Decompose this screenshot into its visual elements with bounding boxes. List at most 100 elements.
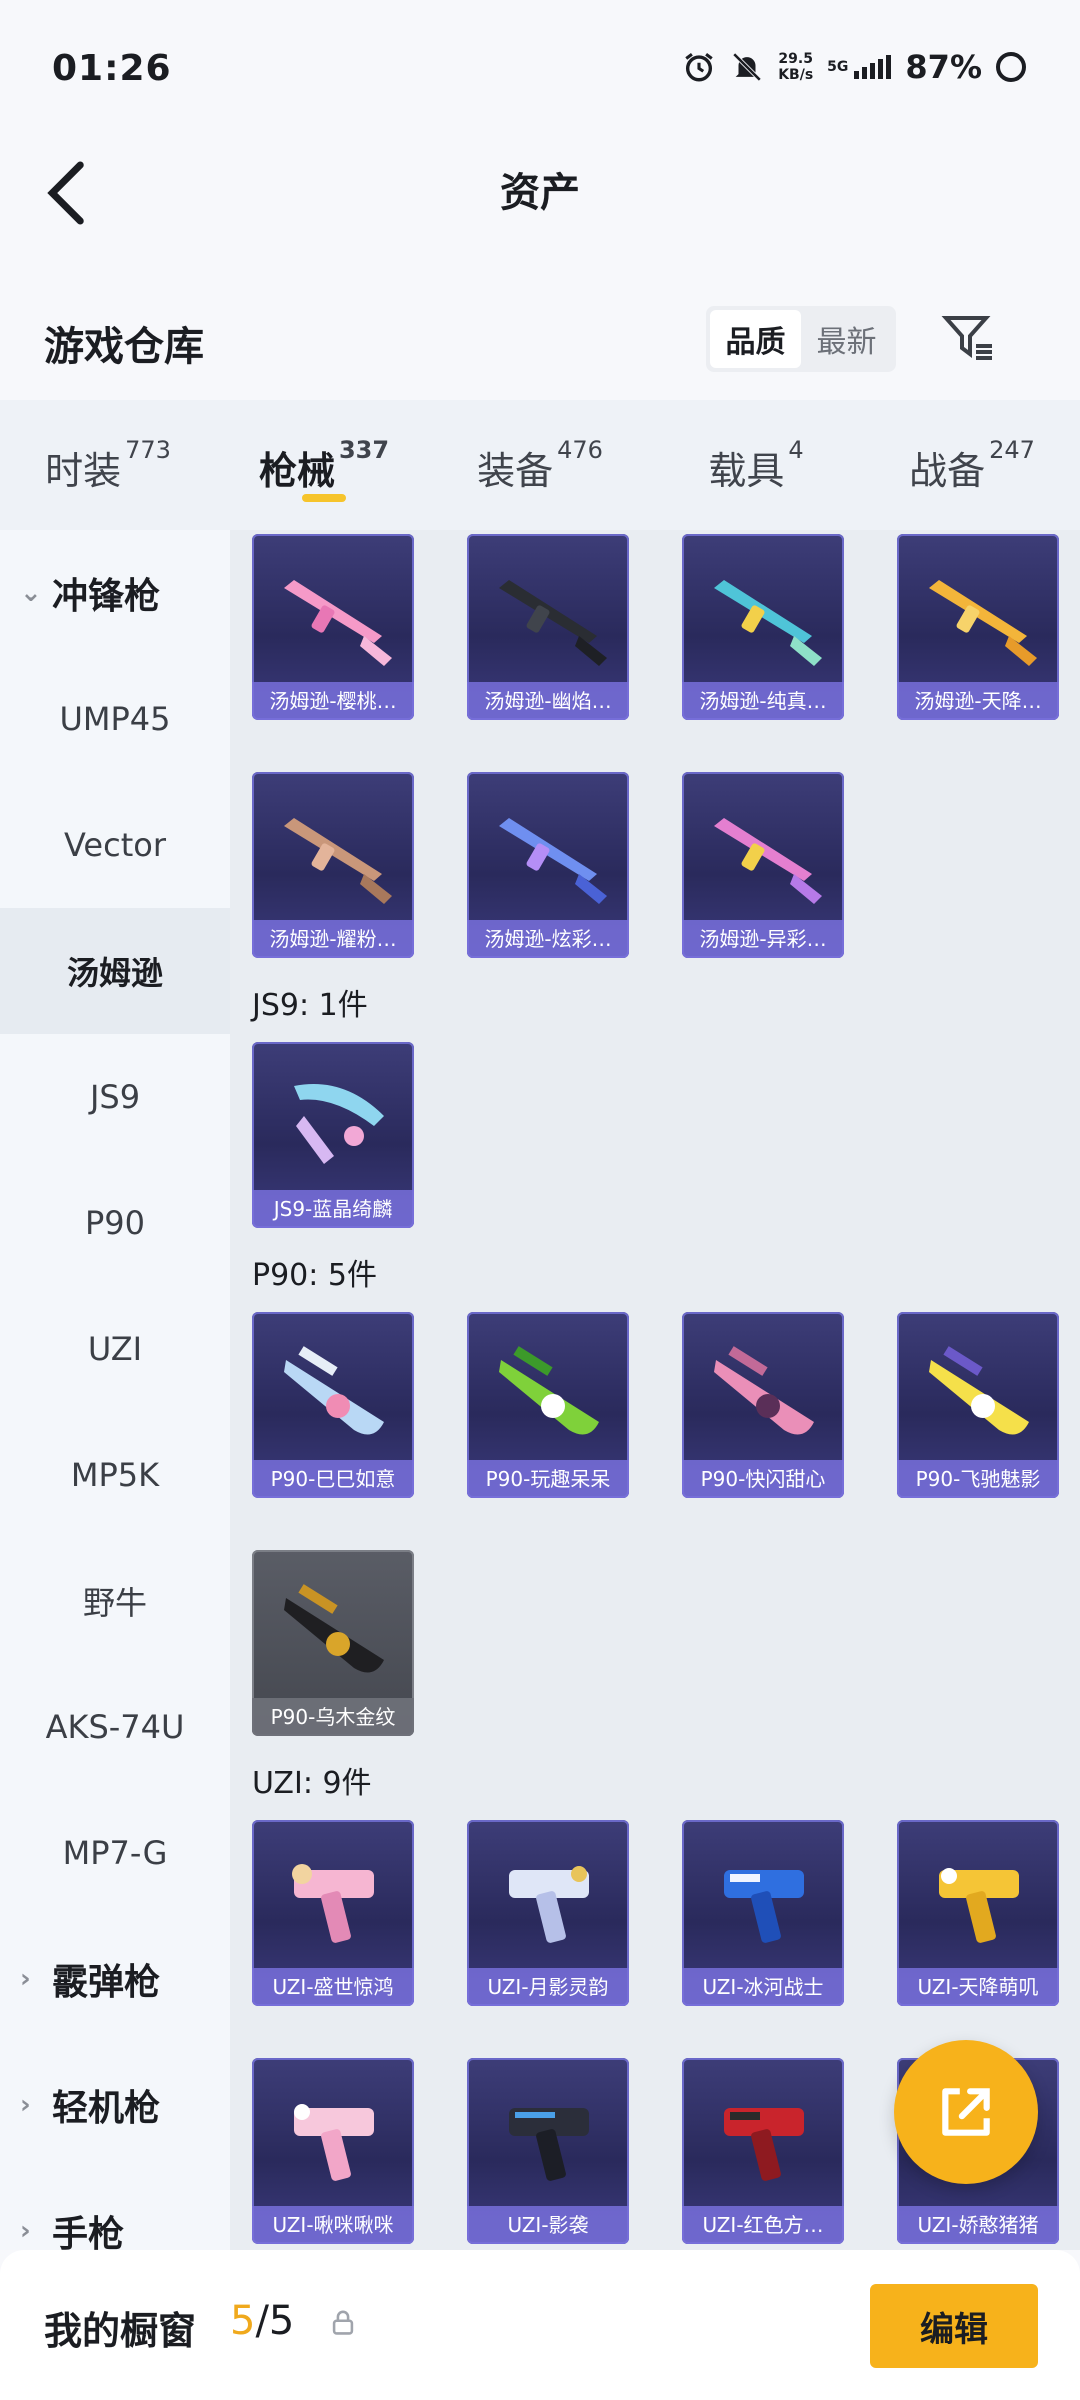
weapon-card[interactable]: 汤姆逊-炫彩… <box>467 772 629 958</box>
weapon-card[interactable]: 汤姆逊-耀粉… <box>252 772 414 958</box>
weapon-card[interactable]: UZI-影袭 <box>467 2058 629 2244</box>
alarm-icon <box>685 53 713 82</box>
page-title: 资产 <box>500 170 580 216</box>
weapon-card-label: UZI-冰河战士 <box>682 1968 844 2006</box>
thompson-skin-icon <box>499 818 607 904</box>
sidebar-item-aks74u[interactable]: AKS-74U <box>0 1664 230 1790</box>
weapon-card[interactable]: P90-乌木金纹 <box>252 1550 414 1736</box>
network-type: 5G <box>827 59 849 75</box>
weapon-card[interactable]: UZI-盛世惊鸿 <box>252 1820 414 2006</box>
weapon-card-label: 汤姆逊-炫彩… <box>467 920 629 958</box>
sidebar-group-smg[interactable]: ⌄ 冲锋枪 <box>0 530 230 656</box>
sidebar-group-lmg[interactable]: › 轻机枪 <box>0 2042 230 2168</box>
uzi-skin-icon <box>292 1864 374 1943</box>
weapon-card[interactable]: P90-玩趣呆呆 <box>467 1312 629 1498</box>
tab-vehicles[interactable]: 载具 4 <box>648 400 864 530</box>
warehouse-title: 游戏仓库 <box>44 324 204 370</box>
sidebar-item-thompson[interactable]: 汤姆逊 <box>0 908 230 1034</box>
weapon-card-label: UZI-天降萌叽 <box>897 1968 1059 2006</box>
weapon-card[interactable]: UZI-啾咪啾咪 <box>252 2058 414 2244</box>
weapon-card[interactable]: JS9-蓝晶绮麟 <box>252 1042 414 1228</box>
section-title-uzi: UZI: 9件 <box>252 1766 372 1801</box>
sidebar-group-shotgun[interactable]: › 霰弹枪 <box>0 1916 230 2042</box>
weapon-card[interactable]: P90-快闪甜心 <box>682 1312 844 1498</box>
weapon-card-label: 汤姆逊-耀粉… <box>252 920 414 958</box>
sidebar-item-uzi[interactable]: UZI <box>0 1286 230 1412</box>
weapon-card[interactable]: UZI-红色方… <box>682 2058 844 2244</box>
tab-weapons[interactable]: 枪械 337 <box>216 400 432 530</box>
weapon-card[interactable]: 汤姆逊-天降… <box>897 534 1059 720</box>
weapon-card-label: 汤姆逊-纯真… <box>682 682 844 720</box>
weapon-card-label: P90-玩趣呆呆 <box>467 1460 629 1498</box>
sidebar-item-ump45[interactable]: UMP45 <box>0 656 230 782</box>
uzi-skin-icon <box>294 2104 374 2181</box>
uzi-skin-icon <box>509 1866 589 1943</box>
p90-skin-icon <box>499 1346 599 1435</box>
showcase-bar: 我的橱窗 5/5 编辑 <box>0 2250 1080 2400</box>
tab-fashion[interactable]: 时装 773 <box>0 400 216 530</box>
weapon-card-label: UZI-月影灵韵 <box>467 1968 629 2006</box>
filter-icon[interactable] <box>940 310 996 366</box>
thompson-skin-icon <box>714 818 822 904</box>
weapon-card-label: UZI-娇憨猪猪 <box>897 2206 1059 2244</box>
tab-supplies[interactable]: 战备 247 <box>864 400 1080 530</box>
tab-label: 载具 <box>708 449 785 493</box>
sort-toggle: 品质 最新 <box>706 306 896 372</box>
js9-skin-icon <box>294 1084 384 1164</box>
edit-button[interactable]: 编辑 <box>870 2284 1038 2368</box>
sidebar-item-mp7g[interactable]: MP7-G <box>0 1790 230 1916</box>
signal: 5G <box>827 55 892 79</box>
js9-row: JS9-蓝晶绮麟 <box>252 1042 414 1228</box>
sort-quality-button[interactable]: 品质 <box>710 310 801 368</box>
uzi-skin-icon <box>509 2108 589 2181</box>
tab-label: 装备 <box>477 449 554 493</box>
sidebar-item-p90[interactable]: P90 <box>0 1160 230 1286</box>
weapon-card-label: JS9-蓝晶绮麟 <box>252 1190 414 1228</box>
weapon-card[interactable]: UZI-冰河战士 <box>682 1820 844 2006</box>
warehouse-header: 游戏仓库 品质 最新 <box>0 290 1080 400</box>
category-tabs: 时装 773 枪械 337 装备 476 载具 4 战备 247 <box>0 400 1080 530</box>
tab-equipment[interactable]: 装备 476 <box>432 400 648 530</box>
share-button[interactable] <box>894 2040 1038 2184</box>
showcase-count: 5/5 <box>230 2298 294 2344</box>
weapon-card[interactable]: P90-巳巳如意 <box>252 1312 414 1498</box>
sort-newest-button[interactable]: 最新 <box>801 310 892 368</box>
sidebar-item-js9[interactable]: JS9 <box>0 1034 230 1160</box>
thompson-row: 汤姆逊-樱桃… 汤姆逊-幽焰… 汤姆逊-纯真… 汤姆逊-天降… <box>252 534 1059 720</box>
weapon-card-label: P90-巳巳如意 <box>252 1460 414 1498</box>
signal-bars-icon <box>854 55 892 79</box>
weapon-card-label: 汤姆逊-幽焰… <box>467 682 629 720</box>
sidebar-item-vector[interactable]: Vector <box>0 782 230 908</box>
battery-percent: 87% <box>905 48 982 86</box>
weapon-card-label: 汤姆逊-樱桃… <box>252 682 414 720</box>
thompson-skin-icon <box>929 580 1037 666</box>
weapon-card-label: UZI-红色方… <box>682 2206 844 2244</box>
weapon-card-label: UZI-盛世惊鸿 <box>252 1968 414 2006</box>
showcase-current: 5 <box>230 2298 256 2344</box>
weapon-sidebar: ⌄ 冲锋枪 UMP45 Vector 汤姆逊 JS9 P90 UZI MP5K 野… <box>0 530 230 2255</box>
weapon-card-label: 汤姆逊-异彩… <box>682 920 844 958</box>
weapon-card[interactable]: 汤姆逊-纯真… <box>682 534 844 720</box>
net-speed-value: 29.5 <box>778 51 813 67</box>
weapon-card[interactable]: 汤姆逊-异彩… <box>682 772 844 958</box>
showcase-label: 我的橱窗 <box>44 2309 197 2353</box>
uzi-skin-icon <box>939 1868 1019 1943</box>
battery-icon <box>996 52 1026 82</box>
weapon-card[interactable]: UZI-月影灵韵 <box>467 1820 629 2006</box>
sidebar-item-mp5k[interactable]: MP5K <box>0 1412 230 1538</box>
sidebar-item-bison[interactable]: 野牛 <box>0 1538 230 1664</box>
p90-skin-icon <box>929 1346 1029 1435</box>
weapon-card[interactable]: 汤姆逊-樱桃… <box>252 534 414 720</box>
uzi-skin-icon <box>724 2108 804 2181</box>
chevron-right-icon: › <box>20 2216 31 2246</box>
weapon-card[interactable]: 汤姆逊-幽焰… <box>467 534 629 720</box>
p90-skin-icon <box>714 1346 814 1435</box>
weapon-card-label: UZI-影袭 <box>467 2206 629 2244</box>
weapon-card[interactable]: UZI-天降萌叽 <box>897 1820 1059 2006</box>
thompson-skin-icon <box>284 580 392 666</box>
net-speed-unit: KB/s <box>778 67 814 83</box>
weapon-card[interactable]: P90-飞驰魅影 <box>897 1312 1059 1498</box>
weapon-card-label: P90-飞驰魅影 <box>897 1460 1059 1498</box>
tab-label: 战备 <box>909 449 986 493</box>
p90-row: P90-乌木金纹 <box>252 1550 414 1736</box>
